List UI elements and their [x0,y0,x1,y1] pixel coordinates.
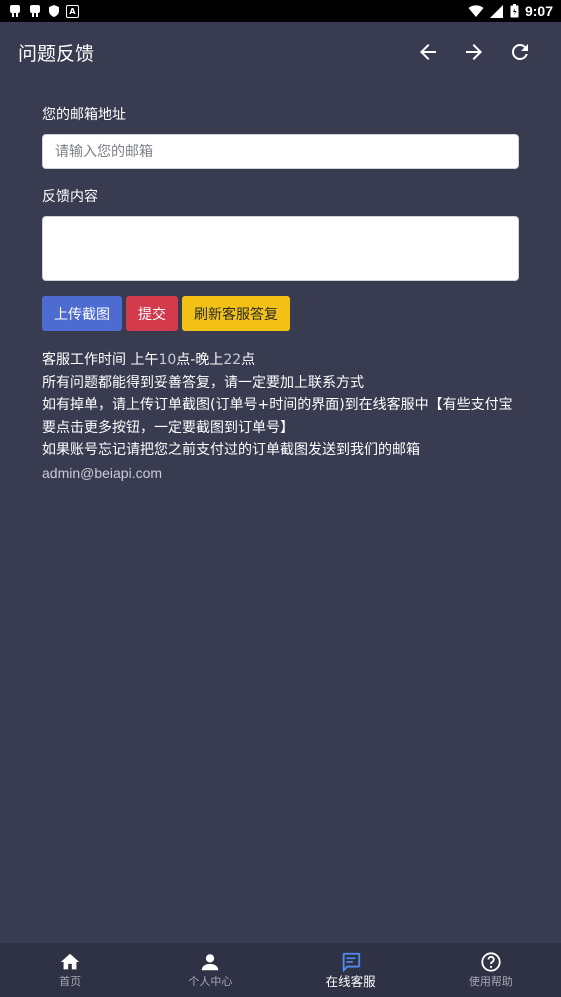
nav-item-help[interactable]: 使用帮助 [421,943,561,997]
email-label: 您的邮箱地址 [42,107,126,123]
wifi-icon [468,4,484,18]
status-left-icons: A [8,4,79,18]
contact-note: 所有问题都能得到妥善答复，请一定要加上联系方式 [42,374,364,391]
home-icon [60,953,80,970]
refresh-reply-button[interactable]: 刷新客服答复 [182,296,290,331]
refresh-icon[interactable] [497,29,543,75]
email-field[interactable] [42,134,519,169]
signal-icon [489,4,504,18]
nav-label-online-service: 在线客服 [325,974,376,989]
status-right-icons: 9:07 [468,3,553,19]
nav-item-online-service[interactable]: 在线客服 [281,943,421,997]
status-bar: A 9:07 [0,0,561,22]
service-hours: 客服工作时间 上午10点-晚上22点 [42,352,256,368]
app-bar: 问题反馈 [0,22,561,82]
info-text: 客服工作时间 上午10点-晚上22点 所有问题都能得到妥善答复，请一定要加上联系… [42,349,519,484]
nav-item-profile[interactable]: 个人中心 [140,943,280,997]
status-time: 9:07 [524,3,553,19]
shield-icon [48,4,60,18]
nav-label-home: 首页 [59,975,82,988]
a-icon: A [66,4,79,18]
nav-label-help: 使用帮助 [468,975,513,988]
app-icon-2 [28,4,42,18]
feedback-form: 您的邮箱地址 反馈内容 上传截图 提交 刷新客服答复 客服工作时间 上午10点-… [42,104,519,484]
nav-item-home[interactable]: 首页 [0,943,140,997]
nav-label-profile: 个人中心 [188,975,233,988]
person-icon [202,954,219,971]
page-title: 问题反馈 [18,42,95,65]
upload-screenshot-button[interactable]: 上传截图 [42,296,122,331]
bottom-nav: 首页 个人中心 在线客服 使用帮助 [0,943,561,997]
forward-arrow-icon[interactable] [451,29,497,75]
submit-button[interactable]: 提交 [126,296,178,331]
forgot-account-note: 如果账号忘记请把您之前支付过的订单截图发送到我们的邮箱 [42,442,420,458]
help-icon [481,952,501,972]
battery-icon [510,4,519,18]
chat-icon [342,952,360,973]
missing-order-note: 如有掉单，请上传订单截图(订单号+时间的界面)到在线客服中【有些支付宝要点击更多… [42,397,513,436]
app-icon-1 [8,4,22,18]
feedback-textarea[interactable] [42,216,519,281]
back-arrow-icon[interactable] [405,29,451,75]
support-email: admin@beiapi.com [42,464,163,481]
feedback-label: 反馈内容 [42,189,98,205]
action-buttons: 上传截图 提交 刷新客服答复 [42,296,519,331]
